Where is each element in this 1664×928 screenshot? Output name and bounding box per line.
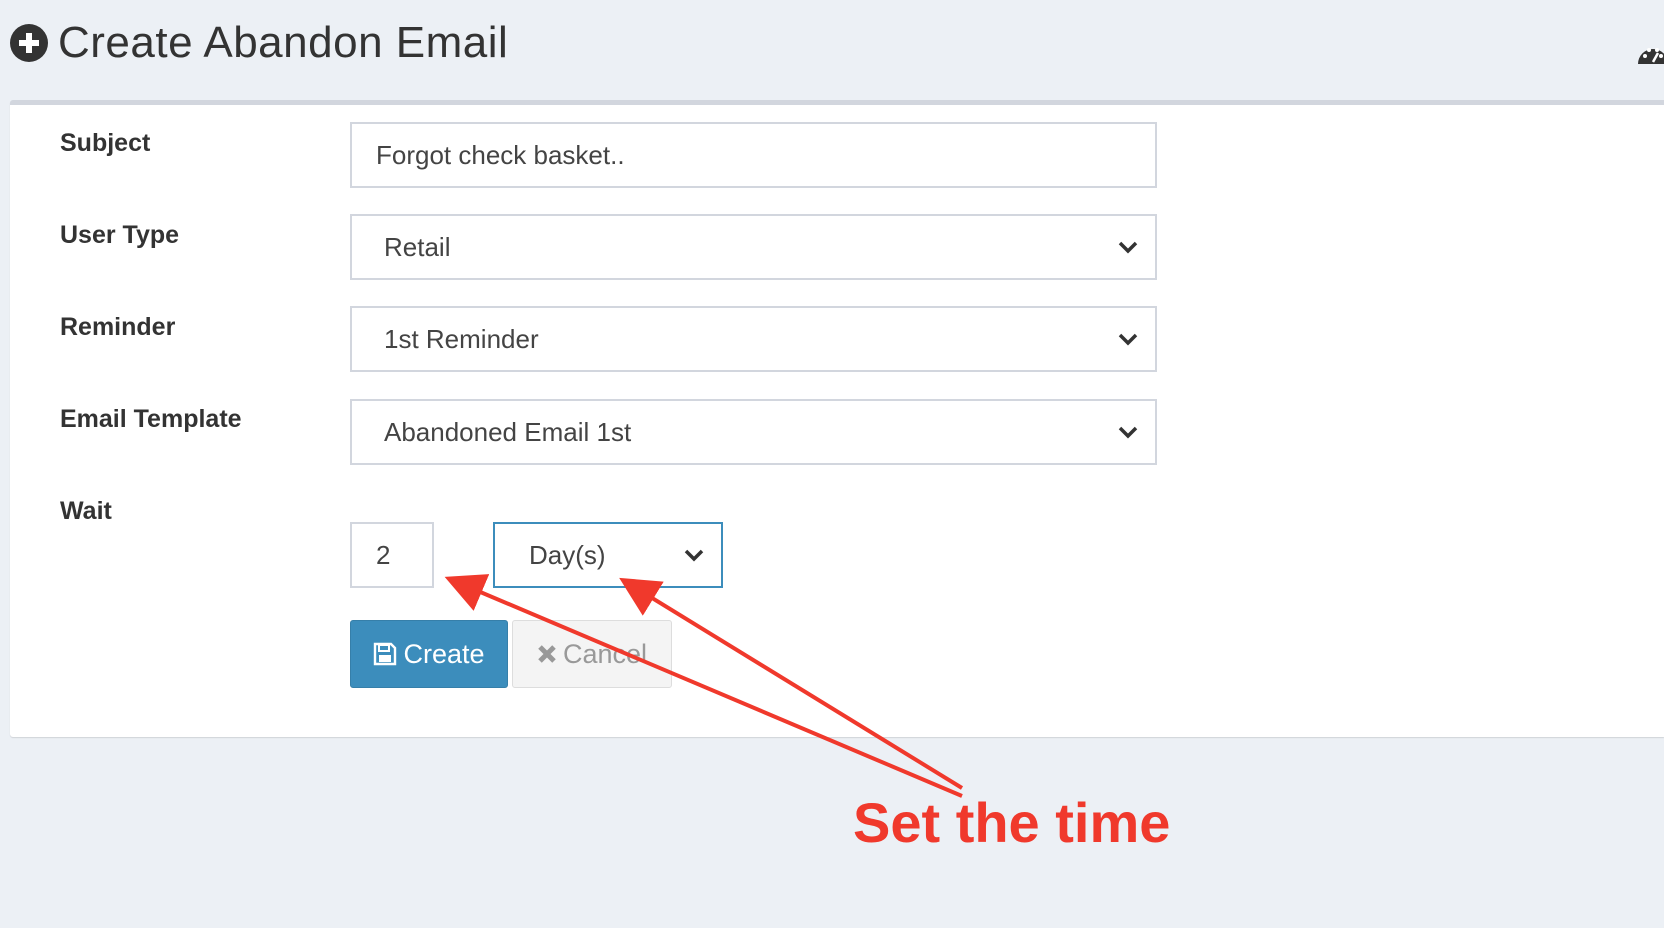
user-type-select[interactable]: Retail <box>350 214 1157 280</box>
user-type-value: Retail <box>384 231 451 262</box>
subject-input[interactable]: Forgot check basket.. <box>350 122 1157 188</box>
chevron-down-icon <box>1118 426 1138 439</box>
page-header: Create Abandon Email <box>10 18 508 68</box>
plus-circle-icon <box>10 24 48 62</box>
chevron-down-icon <box>1118 333 1138 346</box>
email-template-select[interactable]: Abandoned Email 1st <box>350 399 1157 465</box>
cancel-button-label: Cancel <box>562 638 648 669</box>
chevron-down-icon <box>684 549 704 562</box>
page-title: Create Abandon Email <box>58 18 509 67</box>
dashboard-icon[interactable] <box>1636 40 1664 66</box>
form-panel: Subject Forgot check basket.. User Type … <box>10 100 1664 737</box>
wait-amount-input[interactable]: 2 <box>350 522 434 588</box>
reminder-value: 1st Reminder <box>384 323 539 354</box>
wait-unit-select[interactable]: Day(s) <box>493 522 723 588</box>
wait-label: Wait <box>60 497 112 525</box>
user-type-label: User Type <box>60 221 180 249</box>
subject-value: Forgot check basket.. <box>376 139 625 170</box>
annotation-text: Set the time <box>853 791 1171 854</box>
email-template-value: Abandoned Email 1st <box>384 416 632 447</box>
wait-amount-value: 2 <box>376 539 391 570</box>
wait-unit-value: Day(s) <box>529 539 606 570</box>
subject-label: Subject <box>60 129 151 157</box>
close-icon <box>538 645 556 663</box>
reminder-label: Reminder <box>60 313 176 341</box>
cancel-button[interactable]: Cancel <box>512 620 672 688</box>
email-template-label: Email Template <box>60 405 242 433</box>
reminder-select[interactable]: 1st Reminder <box>350 306 1157 372</box>
chevron-down-icon <box>1118 241 1138 254</box>
save-icon <box>374 642 397 666</box>
create-button[interactable]: Create <box>350 620 508 688</box>
create-button-label: Create <box>403 638 485 669</box>
